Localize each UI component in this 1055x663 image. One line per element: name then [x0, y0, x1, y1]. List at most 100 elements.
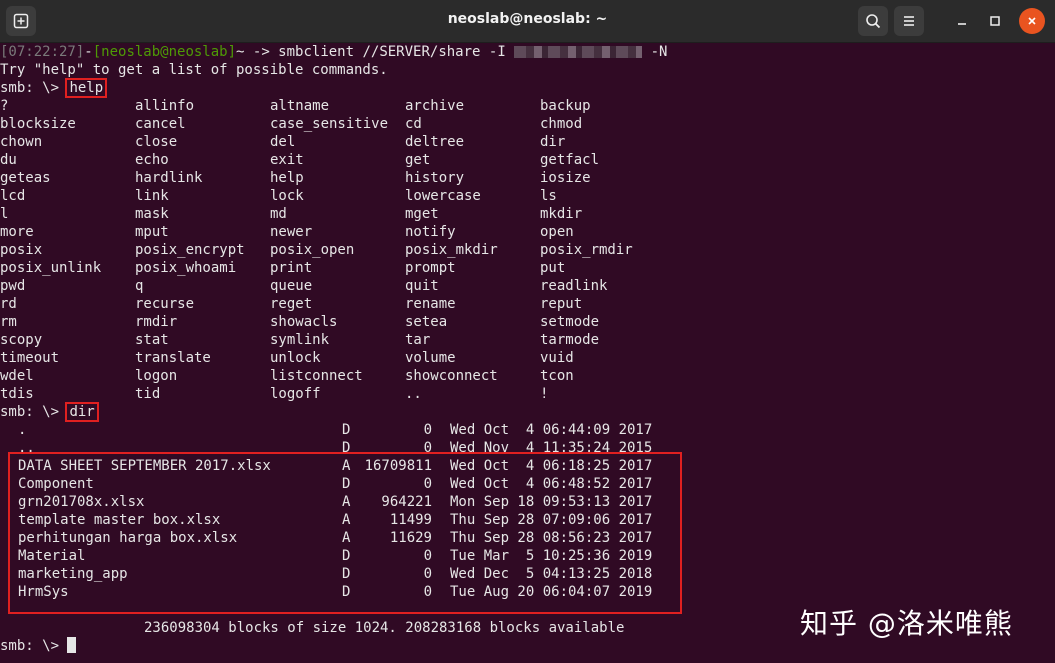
help-command-item: posix_open: [270, 242, 355, 258]
help-command-item: ls: [540, 188, 557, 204]
text-cursor: [67, 637, 77, 653]
help-command-item: getfacl: [540, 152, 600, 168]
help-command-item: dir: [540, 134, 566, 150]
prompt-timestamp: [07:22:27]: [0, 44, 85, 60]
help-command-item: backup: [540, 98, 591, 114]
help-command-item: rd: [0, 296, 17, 312]
help-command-item: stat: [135, 332, 169, 348]
help-command-item: posix_mkdir: [405, 242, 498, 258]
help-command-item: lowercase: [405, 188, 481, 204]
help-command-item: !: [540, 386, 549, 402]
help-command-item: iosize: [540, 170, 591, 186]
help-command-item: link: [135, 188, 169, 204]
help-command-item: geteas: [0, 170, 51, 186]
help-command-item: scopy: [0, 332, 43, 348]
help-command-item: cancel: [135, 116, 186, 132]
hamburger-menu-button[interactable]: [894, 6, 924, 36]
help-command: help: [65, 78, 108, 98]
smb-prompt: smb: \>: [0, 80, 68, 96]
prompt-command: -> smbclient //SERVER/share -I: [244, 44, 515, 60]
help-command-item: tdis: [0, 386, 34, 402]
help-command-item: posix_unlink: [0, 260, 102, 276]
help-command-item: print: [270, 260, 313, 276]
help-command-item: posix_whoami: [135, 260, 237, 276]
help-command-item: chown: [0, 134, 43, 150]
help-command-item: deltree: [405, 134, 465, 150]
highlight-box: [8, 452, 682, 614]
prompt-userhost: [neoslab@neoslab]: [92, 44, 237, 60]
help-command-item: notify: [405, 224, 456, 240]
help-command-item: mask: [135, 206, 169, 222]
help-command-item: posix: [0, 242, 43, 258]
smb-prompt: smb: \>: [0, 404, 68, 420]
terminal-window: neoslab@neoslab: ~ [07:22:27]-[neoslab@n…: [0, 0, 1055, 663]
help-command-item: showacls: [270, 314, 338, 330]
help-command-item: rename: [405, 296, 456, 312]
help-command-item: timeout: [0, 350, 60, 366]
help-command-item: archive: [405, 98, 465, 114]
final-prompt-line[interactable]: smb: \>: [0, 637, 77, 655]
prompt-sep: -: [84, 44, 93, 60]
help-command-item: listconnect: [270, 368, 363, 384]
redacted-ip: [514, 46, 643, 58]
help-command-item: lcd: [0, 188, 26, 204]
close-icon: [1028, 17, 1036, 25]
help-command-item: vuid: [540, 350, 574, 366]
help-command-item: tar: [405, 332, 431, 348]
help-command-item: tid: [135, 386, 161, 402]
help-command-item: wdel: [0, 368, 34, 384]
help-command-item: ?: [0, 98, 9, 114]
hamburger-icon: [904, 16, 914, 26]
dir-entry-date: Wed Oct 4 06:44:09 2017: [450, 422, 653, 438]
help-command-item: rmdir: [135, 314, 178, 330]
help-command-item: mkdir: [540, 206, 583, 222]
help-command-item: cd: [405, 116, 422, 132]
help-command-item: pwd: [0, 278, 26, 294]
help-command-item: setea: [405, 314, 448, 330]
shell-prompt-line: [07:22:27]-[neoslab@neoslab]~ -> smbclie…: [0, 43, 667, 61]
dir-command: dir: [65, 402, 99, 422]
help-command-item: logoff: [270, 386, 321, 402]
close-button[interactable]: [1019, 8, 1045, 34]
help-command-item: more: [0, 224, 34, 240]
help-command-item: history: [405, 170, 465, 186]
search-button[interactable]: [858, 6, 888, 36]
terminal-output[interactable]: [07:22:27]-[neoslab@neoslab]~ -> smbclie…: [0, 43, 1055, 663]
dir-entry-name: .: [18, 422, 27, 438]
maximize-icon: [990, 16, 1000, 26]
help-command-item: posix_encrypt: [135, 242, 245, 258]
help-command-item: chmod: [540, 116, 583, 132]
blocks-summary: 236098304 blocks of size 1024. 208283168…: [144, 620, 625, 636]
help-command-item: del: [270, 134, 296, 150]
help-command-item: mget: [405, 206, 439, 222]
help-command-item: recurse: [135, 296, 195, 312]
help-command-item: prompt: [405, 260, 456, 276]
intro-text: Try "help" to get a list of possible com…: [0, 62, 388, 78]
help-command-item: open: [540, 224, 574, 240]
help-command-item: queue: [270, 278, 313, 294]
help-command-item: reput: [540, 296, 583, 312]
help-command-item: unlock: [270, 350, 321, 366]
help-command-item: echo: [135, 152, 169, 168]
help-command-item: readlink: [540, 278, 608, 294]
help-command-item: close: [135, 134, 178, 150]
smb-prompt-dir-line: smb: \> dir: [0, 402, 99, 422]
minimize-icon: [958, 23, 966, 25]
dir-entry-attr: D: [342, 422, 351, 438]
maximize-button[interactable]: [982, 8, 1008, 34]
dir-entry-size: 0: [423, 422, 432, 438]
help-command-item: lock: [270, 188, 304, 204]
help-command-item: newer: [270, 224, 313, 240]
help-command-item: showconnect: [405, 368, 498, 384]
help-command-item: setmode: [540, 314, 600, 330]
help-command-item: quit: [405, 278, 439, 294]
help-command-item: reget: [270, 296, 313, 312]
smb-prompt: smb: \>: [0, 638, 68, 654]
smb-prompt-help-line: smb: \> help: [0, 78, 108, 98]
help-command-item: blocksize: [0, 116, 76, 132]
prompt-command-tail: -N: [642, 44, 668, 60]
minimize-button[interactable]: [949, 8, 975, 34]
help-command-item: get: [405, 152, 431, 168]
help-command-item: rm: [0, 314, 17, 330]
help-command-item: hardlink: [135, 170, 203, 186]
